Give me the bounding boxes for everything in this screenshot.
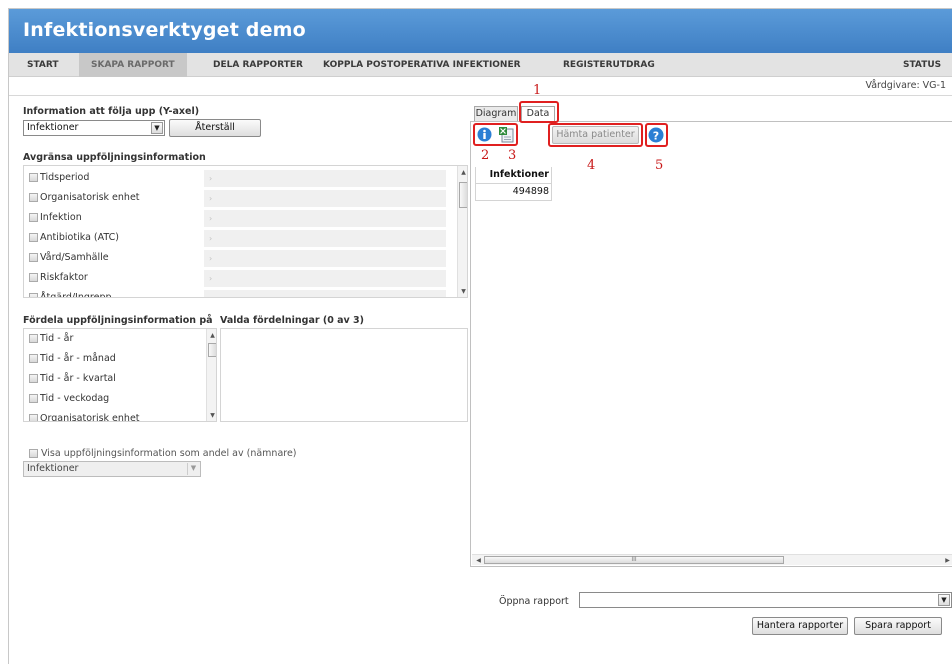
chevron-right-icon: › [209,291,212,297]
share-select[interactable]: Infektioner ▼ [23,461,201,477]
panel-hscrollbar[interactable]: ◀ III ▶ [472,554,952,565]
distribute-item[interactable]: Tid - år - månad [24,351,206,371]
callout-box-1 [519,101,559,123]
scroll-thumb[interactable] [459,182,467,208]
distribute-item[interactable]: Tid - år [24,331,206,351]
chosen-label: Valda fördelningar (0 av 3) [220,315,364,326]
chevron-right-icon: › [209,234,213,243]
limit-item[interactable]: Organisatorisk enhet › [24,190,464,210]
nav-status[interactable]: STATUS [891,53,952,77]
table-header: Infektioner [475,167,552,184]
scroll-up-icon[interactable]: ▲ [459,168,467,177]
checkbox[interactable] [29,253,38,262]
chevron-right-icon: › [209,194,213,203]
reset-button[interactable]: Återställ [169,119,261,137]
open-report-label: Öppna rapport [499,596,569,607]
nav-koppla-postoperativa[interactable]: KOPPLA POSTOPERATIVA INFEKTIONER [311,53,533,77]
scroll-thumb[interactable] [208,343,216,357]
open-report-select[interactable]: ▼ [579,592,952,608]
distribute-item[interactable]: Tid - år - kvartal [24,371,206,391]
limit-list: Tidsperiod › Organisatorisk enhet › Infe… [23,165,468,298]
app-window: Infektionsverktyget demo START SKAPA RAP… [8,8,952,664]
nav-registerutdrag[interactable]: REGISTERUTDRAG [551,53,667,77]
checkbox[interactable] [29,449,38,458]
limit-item[interactable]: Riskfaktor › [24,270,464,290]
checkbox[interactable] [29,334,38,343]
limit-item[interactable]: Åtgärd/Ingrepp › [24,290,464,297]
checkbox[interactable] [29,354,38,363]
provider-label: Vårdgivare: VG-1 [865,80,946,91]
chevron-right-icon: › [209,214,213,223]
chevron-down-icon: ▼ [938,594,950,606]
limit-item[interactable]: Antibiotika (ATC) › [24,230,464,250]
callout-box-4 [548,123,643,147]
checkbox[interactable] [29,374,38,383]
distribute-scrollbar[interactable]: ▲ ▼ [206,329,216,421]
limit-item[interactable]: Infektion › [24,210,464,230]
chevron-right-icon: › [209,274,213,283]
app-header: Infektionsverktyget demo [9,9,952,53]
checkbox[interactable] [29,193,38,202]
scroll-up-icon[interactable]: ▲ [208,331,216,340]
save-report-button[interactable]: Spara rapport [854,617,942,635]
callout-box-5 [645,123,668,147]
chevron-right-icon: › [209,174,213,183]
checkbox[interactable] [29,233,38,242]
distribute-item[interactable]: Tid - veckodag [24,391,206,411]
share-value: Infektioner [27,463,79,474]
checkbox[interactable] [29,293,38,297]
tab-diagram[interactable]: Diagram [474,106,518,122]
callout-3: 3 [508,148,517,163]
app-title: Infektionsverktyget demo [23,19,306,41]
table-cell: 494898 [475,184,552,201]
callout-box-2-3 [473,123,518,146]
chosen-list[interactable] [220,328,468,422]
yaxis-label: Information att följa upp (Y-axel) [23,106,200,117]
scroll-down-icon[interactable]: ▼ [459,287,467,296]
distribute-list: Tid - år Tid - år - månad Tid - år - kva… [23,328,217,422]
divider [9,95,952,96]
callout-4: 4 [587,158,596,173]
callout-1: 1 [533,83,542,98]
scroll-down-icon[interactable]: ▼ [208,411,216,420]
checkbox[interactable] [29,273,38,282]
limit-scrollbar[interactable]: ▲ ▼ [457,166,467,297]
distribute-label: Fördela uppföljningsinformation på [23,315,213,326]
scroll-right-icon[interactable]: ▶ [943,556,952,565]
checkbox[interactable] [29,394,38,403]
limit-item[interactable]: Tidsperiod › [24,170,464,190]
main-nav: START SKAPA RAPPORT DELA RAPPORTER KOPPL… [9,53,952,77]
chevron-down-icon: ▼ [151,122,163,134]
chevron-down-icon: ▼ [187,463,199,475]
scroll-thumb[interactable]: III [484,556,784,564]
scroll-left-icon[interactable]: ◀ [474,556,483,565]
distribute-item[interactable]: Organisatorisk enhet [24,411,206,421]
yaxis-value: Infektioner [27,122,79,133]
manage-reports-button[interactable]: Hantera rapporter [752,617,848,635]
yaxis-select[interactable]: Infektioner ▼ [23,120,165,136]
nav-dela-rapporter[interactable]: DELA RAPPORTER [201,53,315,77]
callout-5: 5 [655,158,664,173]
limit-item[interactable]: Vård/Samhälle › [24,250,464,270]
checkbox[interactable] [29,414,38,421]
callout-2: 2 [481,148,490,163]
chevron-right-icon: › [209,254,213,263]
checkbox[interactable] [29,173,38,182]
checkbox[interactable] [29,213,38,222]
nav-skapa-rapport[interactable]: SKAPA RAPPORT [79,53,187,77]
limit-label: Avgränsa uppföljningsinformation [23,152,206,163]
nav-start[interactable]: START [15,53,71,77]
